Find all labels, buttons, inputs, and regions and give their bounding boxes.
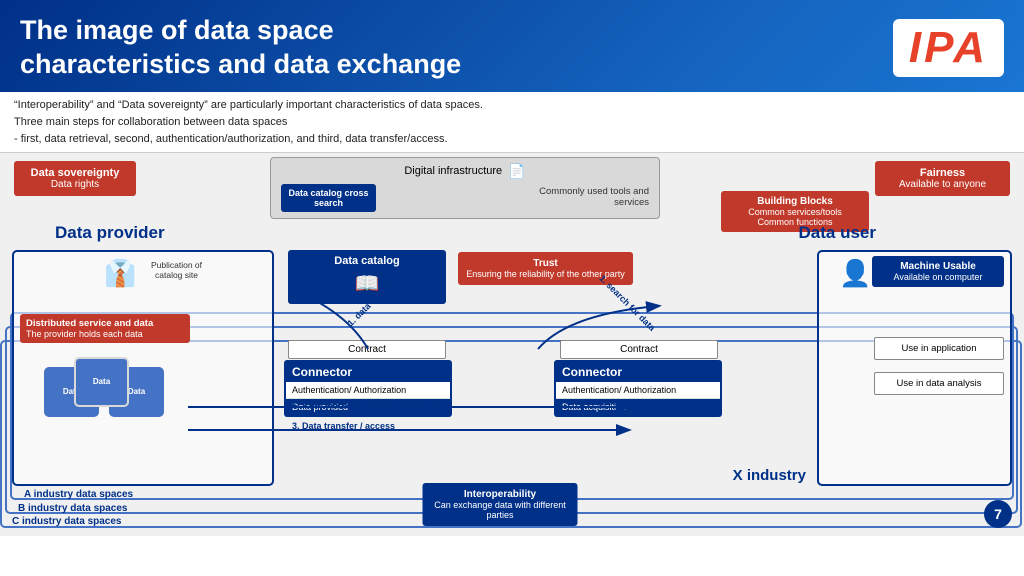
header-title: The image of data space characteristics …: [20, 14, 461, 82]
connector-left-header: Connector: [284, 360, 452, 382]
connector-right-header: Connector: [554, 360, 722, 382]
drum-front: Data: [74, 357, 129, 407]
machine-usable-box: Machine Usable Available on computer: [872, 256, 1004, 287]
data-sovereignty-box: Data sovereignty Data rights: [14, 161, 136, 196]
center-column: Data catalog 📖 Trust Ensuring the reliab…: [280, 250, 720, 530]
subtitle-line3: - first, data retrieval, second, authent…: [14, 131, 1010, 148]
arrow-label-2-auth: 2. User authentication/authorization: [292, 398, 445, 408]
industry-c-label: C industry data spaces: [12, 516, 121, 527]
digital-infrastructure-box: Digital infrastructure 📄 Data catalog cr…: [270, 157, 660, 219]
publication-label: Publication of catalog site: [139, 260, 214, 280]
book-icon: 📖: [296, 271, 438, 296]
interoperability-box: Interoperability Can exchange data with …: [423, 483, 578, 526]
digital-infra-title: Digital infrastructure: [404, 165, 502, 177]
main-content: Data sovereignty Data rights Fairness Av…: [0, 153, 1024, 536]
provider-box: 👔 Publication of catalog site Distribute…: [12, 250, 274, 486]
subtitle-line1: “Interoperability” and “Data sovereignty…: [14, 97, 1010, 114]
diagram-area: 👔 Publication of catalog site Distribute…: [8, 248, 1016, 530]
data-provider-label: Data provider: [55, 223, 165, 243]
use-data-analysis-box: Use in data analysis: [874, 372, 1004, 395]
auth-auth-right-row: Authentication/ Authorization: [556, 382, 720, 399]
provider-person-icon: 👔: [104, 258, 136, 289]
user-person-icon: 👤: [839, 258, 871, 289]
auth-auth-left-row: Authentication/ Authorization: [286, 382, 450, 399]
ipa-logo: IPA: [893, 19, 1004, 77]
x-industry-label: X industry: [733, 467, 806, 484]
common-tools-label: Commonly used tools and services: [534, 184, 649, 208]
data-acquisition-row: Data acquisition: [556, 399, 720, 415]
subtitle-area: “Interoperability” and “Data sovereignty…: [0, 92, 1024, 153]
data-drums-area: Data Data Data: [34, 357, 204, 427]
page-number: 7: [984, 500, 1012, 528]
user-box: 👤 Machine Usable Available on computer U…: [817, 250, 1012, 486]
contract-right: Contract: [560, 340, 718, 359]
subtitle-line2: Three main steps for collaboration betwe…: [14, 114, 1010, 131]
connector-right-content: Authentication/ Authorization Data acqui…: [554, 382, 722, 417]
header: The image of data space characteristics …: [0, 0, 1024, 92]
industry-b-label: B industry data spaces: [18, 503, 127, 514]
industry-a-label: A industry data spaces: [24, 489, 133, 500]
use-application-box: Use in application: [874, 337, 1004, 360]
arrow-label-3-transfer: 3. Data transfer / access: [292, 421, 395, 431]
document-icon: 📄: [508, 163, 525, 180]
data-catalog-cross-search: Data catalog cross search: [281, 184, 376, 212]
data-user-label: Data user: [799, 223, 876, 243]
distributed-service-box: Distributed service and data The provide…: [20, 314, 190, 343]
fairness-box: Fairness Available to anyone: [875, 161, 1010, 196]
data-catalog-box: Data catalog 📖: [288, 250, 446, 304]
contract-left: Contract: [288, 340, 446, 359]
